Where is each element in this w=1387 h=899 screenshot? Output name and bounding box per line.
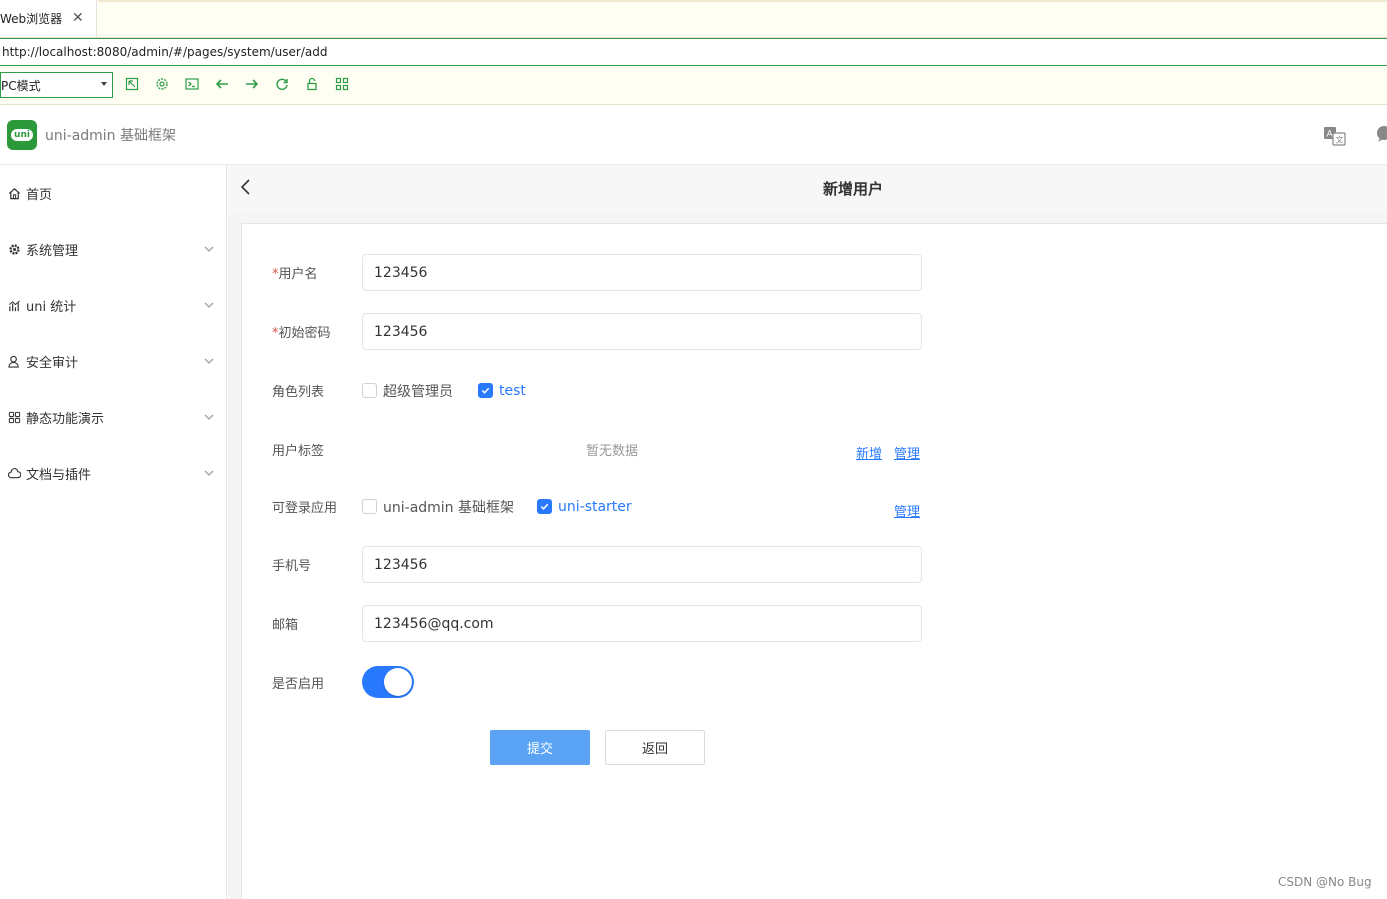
tab-title: Web浏览器 [0, 12, 63, 26]
tags-label: 用户标签 [272, 444, 325, 459]
main-content: 新增用户 *用户名 *初始密码 角色列表 超级管理员 test 用户标签 暂无数… [228, 165, 1387, 899]
chat-icon[interactable] [1374, 124, 1387, 146]
translate-icon[interactable]: A文 [1323, 125, 1347, 147]
form-row-username: *用户名 [272, 254, 922, 291]
role-checkbox-test[interactable]: test [478, 383, 526, 399]
chevron-down-icon [204, 299, 214, 309]
mode-select-value: PC模式 [1, 78, 41, 93]
back-arrow-icon[interactable] [214, 76, 230, 92]
open-external-icon[interactable] [124, 76, 140, 92]
toggle-knob [384, 668, 412, 696]
browser-tab-bar: Web浏览器 ✕ [0, 0, 1387, 38]
form-row-password: *初始密码 [272, 313, 922, 350]
mobile-input[interactable] [362, 546, 922, 583]
grid-icon [7, 410, 21, 424]
apps-label: 可登录应用 [272, 501, 338, 516]
svg-text:文: 文 [1336, 135, 1344, 145]
manage-apps-link[interactable]: 管理 [894, 501, 920, 520]
manage-tags-link[interactable]: 管理 [894, 443, 920, 462]
watermark: CSDN @No Bug [1278, 875, 1372, 889]
sidebar-item-demo[interactable]: 静态功能演示 [0, 389, 226, 445]
checkbox-box [362, 383, 377, 398]
user-icon [7, 354, 21, 368]
console-icon[interactable] [184, 76, 200, 92]
page-title: 新增用户 [822, 180, 883, 198]
mode-select[interactable]: PC模式 [0, 72, 113, 98]
checkbox-label: uni-admin 基础框架 [383, 499, 515, 516]
checkbox-label: test [499, 382, 526, 399]
form-row-enabled: 是否启用 [272, 662, 922, 702]
sidebar-item-label: 安全审计 [26, 355, 79, 371]
browser-toolbar: PC模式 [0, 66, 1387, 105]
tab-close-icon[interactable]: ✕ [72, 10, 84, 26]
enabled-label: 是否启用 [272, 676, 325, 692]
sidebar-item-label: 文档与插件 [26, 467, 92, 483]
tags-empty-text: 暂无数据 [586, 444, 639, 459]
settings-icon[interactable] [154, 76, 170, 92]
email-input[interactable] [362, 605, 922, 642]
stats-icon [7, 298, 21, 312]
checkbox-label: 超级管理员 [383, 383, 453, 400]
chevron-down-icon [204, 467, 214, 477]
url-bar [0, 38, 1387, 66]
form-row-tags: 用户标签 暂无数据 新增 管理 [272, 431, 922, 468]
form-actions: 提交 返回 [490, 730, 710, 765]
sidebar-item-label: 系统管理 [26, 243, 79, 259]
username-input[interactable] [362, 254, 922, 291]
role-checkbox-admin[interactable]: 超级管理员 [362, 381, 453, 401]
url-input[interactable] [0, 39, 1387, 65]
tab-bar-line [98, 0, 1387, 2]
checkbox-label: uni-starter [558, 498, 632, 515]
chevron-down-icon [204, 243, 214, 253]
form-row-email: 邮箱 [272, 605, 922, 642]
logo[interactable]: uni [7, 120, 37, 150]
forward-arrow-icon[interactable] [244, 76, 260, 92]
form-row-mobile: 手机号 [272, 546, 922, 583]
refresh-icon[interactable] [274, 76, 290, 92]
sidebar-item-stats[interactable]: uni 统计 [0, 277, 226, 333]
sidebar-item-docs[interactable]: 文档与插件 [0, 445, 226, 501]
sidebar-item-security[interactable]: 安全审计 [0, 333, 226, 389]
sidebar-item-label: 首页 [26, 187, 53, 203]
app-checkbox-uni-admin[interactable]: uni-admin 基础框架 [362, 497, 514, 517]
home-icon [7, 186, 21, 200]
checkmark-icon [478, 383, 493, 398]
form-card: *用户名 *初始密码 角色列表 超级管理员 test 用户标签 暂无数据 新增 … [241, 223, 1387, 899]
checkbox-box [362, 499, 377, 514]
password-label: *初始密码 [272, 326, 331, 341]
form-row-apps: 可登录应用 uni-admin 基础框架 uni-starter 管理 [272, 488, 922, 525]
app-checkbox-uni-starter[interactable]: uni-starter [537, 499, 632, 515]
sidebar: 首页 系统管理 uni 统计 安全审计 静态功能演示 文档与插件 [0, 165, 227, 899]
caret-down-icon [101, 82, 107, 86]
chevron-down-icon [204, 411, 214, 421]
roles-label: 角色列表 [272, 385, 325, 400]
lock-icon[interactable] [304, 76, 320, 92]
password-input[interactable] [362, 313, 922, 350]
mobile-label: 手机号 [272, 559, 312, 574]
form-row-roles: 角色列表 超级管理员 test [272, 372, 922, 409]
back-button[interactable]: 返回 [605, 730, 705, 765]
page-header: 新增用户 [228, 165, 1387, 211]
logo-text: uni [11, 129, 33, 141]
app-header: uni uni-admin 基础框架 A文 [0, 105, 1387, 165]
browser-tab[interactable]: Web浏览器 ✕ [0, 0, 97, 37]
qr-icon[interactable] [334, 76, 350, 92]
checkmark-icon [537, 499, 552, 514]
gear-icon [7, 242, 21, 256]
sidebar-item-home[interactable]: 首页 [0, 165, 226, 221]
enabled-toggle[interactable] [362, 666, 414, 698]
sidebar-item-label: uni 统计 [26, 299, 77, 315]
submit-button[interactable]: 提交 [490, 730, 590, 765]
app-title: uni-admin 基础框架 [45, 128, 177, 144]
username-label: *用户名 [272, 267, 318, 282]
email-label: 邮箱 [272, 618, 299, 633]
add-tag-link[interactable]: 新增 [856, 443, 882, 462]
sidebar-item-system[interactable]: 系统管理 [0, 221, 226, 277]
cloud-icon [7, 466, 21, 480]
chevron-down-icon [204, 355, 214, 365]
sidebar-item-label: 静态功能演示 [26, 411, 105, 427]
